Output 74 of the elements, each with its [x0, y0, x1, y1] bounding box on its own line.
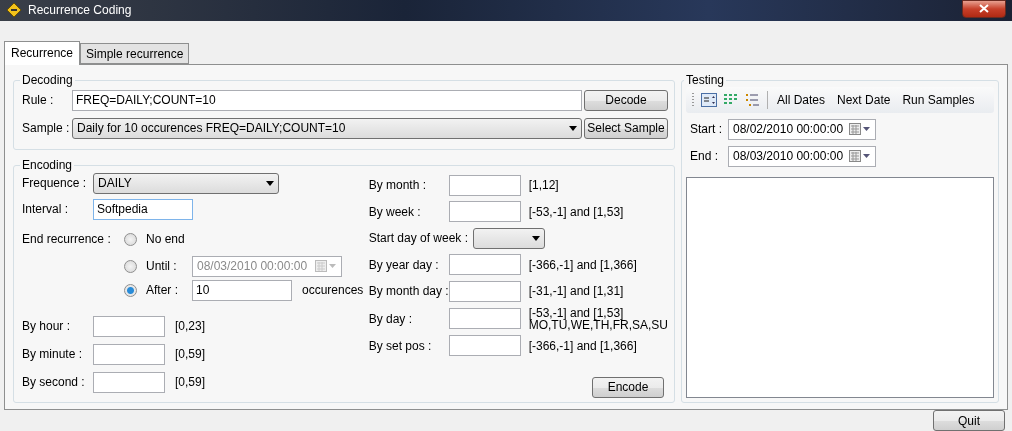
- grid-view-icon[interactable]: [723, 93, 739, 107]
- range-hint: [1,12]: [528, 179, 559, 192]
- input-field[interactable]: [93, 315, 165, 337]
- interval-field[interactable]: Softpedia: [93, 198, 193, 220]
- list-view-icon[interactable]: [745, 93, 761, 107]
- start-date-picker[interactable]: 08/02/2010 00:00:00: [728, 118, 876, 140]
- range-hint: [-53,-1] and [1,53]: [528, 205, 624, 218]
- field-label: Interval :: [22, 202, 70, 216]
- calendar-icon[interactable]: [849, 123, 871, 135]
- range-hint: [0,23]: [175, 319, 206, 333]
- close-icon: [979, 4, 989, 14]
- tab[interactable]: Recurrence: [4, 41, 81, 65]
- field-label: By year day :: [368, 257, 440, 272]
- field-label: By minute :: [22, 347, 84, 361]
- input-field[interactable]: [448, 308, 521, 329]
- radio-label[interactable]: After :: [146, 283, 192, 297]
- field-suffix: occurences: [302, 283, 364, 297]
- sample-dropdown[interactable]: Daily for 10 occurences FREQ=DAILY;COUNT=10: [72, 117, 582, 139]
- field-label: By day :: [368, 311, 413, 326]
- end-date-picker[interactable]: 08/03/2010 00:00:00: [728, 145, 876, 167]
- field-label: Start :: [690, 122, 723, 136]
- count-field[interactable]: 10: [192, 279, 292, 301]
- field-label: By month day :: [368, 284, 449, 299]
- field-label: By month :: [368, 178, 427, 193]
- input-field[interactable]: [448, 335, 521, 357]
- details-view-icon[interactable]: [701, 93, 717, 107]
- group-title: Encoding: [21, 158, 74, 172]
- input-field[interactable]: [448, 201, 521, 223]
- input-field[interactable]: [448, 174, 521, 196]
- range-hint: [-366,-1] and [1,366]: [528, 339, 637, 352]
- range-hint: [-31,-1] and [1,31]: [528, 285, 624, 298]
- toolbar-button[interactable]: Run Samples: [899, 93, 978, 107]
- group-title: Decoding: [21, 73, 74, 87]
- start-day-dropdown[interactable]: [472, 227, 545, 249]
- toolbar-button[interactable]: All Dates: [774, 93, 829, 107]
- close-button[interactable]: [962, 0, 1006, 18]
- quit-button[interactable]: Quit: [933, 410, 1005, 431]
- radio-button[interactable]: [124, 283, 137, 297]
- radio-button[interactable]: [124, 232, 137, 246]
- field-label: Start day of week :: [368, 231, 470, 246]
- field-label: By hour :: [22, 319, 72, 333]
- input-field[interactable]: [448, 280, 521, 302]
- tab[interactable]: Simple recurrence: [80, 43, 190, 64]
- radio-label[interactable]: No end: [146, 232, 192, 246]
- dropdown-caret-icon: [531, 235, 540, 241]
- field-label: By week :: [368, 204, 422, 219]
- range-hint: [0,59]: [175, 347, 206, 361]
- input-field[interactable]: [448, 254, 521, 276]
- frequence-dropdown[interactable]: DAILY: [93, 172, 279, 194]
- calendar-icon[interactable]: [849, 150, 871, 162]
- field-label: End recurrence :: [22, 232, 112, 246]
- decode-button[interactable]: Decode: [584, 89, 668, 111]
- group-title: Testing: [685, 73, 726, 87]
- field-label: Frequence :: [22, 176, 88, 190]
- rule-field[interactable]: FREQ=DAILY;COUNT=10: [72, 89, 582, 111]
- range-hint: [-366,-1] and [1,366]: [528, 258, 637, 271]
- dropdown-caret-icon: [266, 180, 274, 186]
- dropdown-caret-icon: [569, 125, 577, 131]
- encode-button[interactable]: Encode: [592, 376, 664, 398]
- field-label: End :: [690, 149, 720, 163]
- input-field[interactable]: [93, 343, 165, 365]
- range-hint: [0,59]: [175, 375, 206, 389]
- field-label: Rule :: [22, 93, 55, 107]
- app-icon: [6, 2, 22, 19]
- grip-icon: [692, 92, 695, 108]
- range-hint: MO,TU,WE,TH,FR,SA,SU: [528, 318, 668, 331]
- field-label: Sample :: [22, 121, 71, 135]
- field-label: By set pos :: [368, 338, 433, 353]
- field-label: By second :: [22, 375, 86, 389]
- range-hint: [-53,-1] and [1,53]: [528, 306, 624, 319]
- input-field[interactable]: [93, 371, 165, 393]
- window-title: Recurrence Coding: [28, 3, 133, 18]
- toolbar-button[interactable]: Next Date: [834, 93, 894, 107]
- select-sample-button[interactable]: Select Sample: [584, 117, 668, 139]
